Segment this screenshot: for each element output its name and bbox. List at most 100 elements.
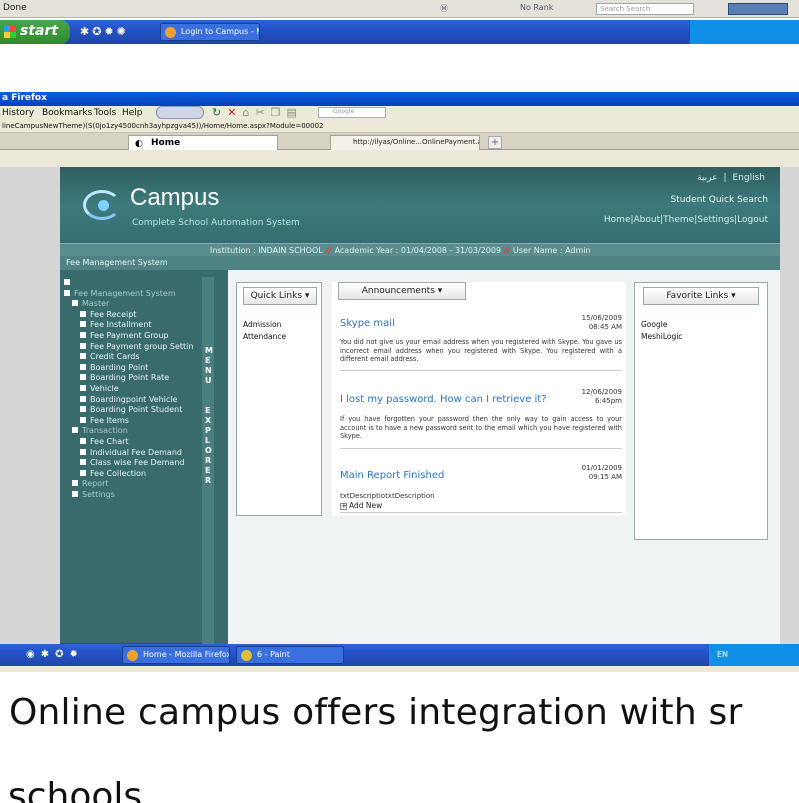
time-text: 08:45 AM <box>588 323 622 331</box>
menu-help[interactable]: Help <box>122 108 143 118</box>
favorite-link-google[interactable]: Google <box>641 319 682 331</box>
tree-item[interactable]: Fee Payment group Settin <box>64 342 193 353</box>
tab-online-payment[interactable]: http://ilyas/Online...OnlinePayment.aspx <box>330 135 480 150</box>
windows-logo-icon <box>4 26 16 38</box>
quick-links-header[interactable]: Quick Links ▾ <box>243 287 317 305</box>
tray-language[interactable]: EN <box>717 650 728 659</box>
tree-item[interactable]: Fee Chart <box>64 437 193 448</box>
tree-item[interactable]: Fee Items <box>64 416 193 427</box>
address-bar[interactable]: lineCampusNewTheme)(S(0jo1zy4500cnh3ayhp… <box>0 120 799 133</box>
lang-separator: | <box>723 173 727 183</box>
taskbar-button[interactable]: Login to Campus - M... <box>160 23 260 41</box>
start-button[interactable]: start <box>0 20 70 44</box>
system-tray[interactable] <box>689 20 799 44</box>
quick-launch-icons[interactable]: ◉✱✪✹ <box>26 649 84 660</box>
favorite-links-header[interactable]: Favorite Links ▾ <box>643 287 759 305</box>
taskbar-button-label: 6 - Paint <box>257 650 290 659</box>
toolbar-item[interactable]: No Rank <box>520 3 553 12</box>
header-links[interactable]: Home|About|Theme|Settings|Logout <box>604 215 768 225</box>
tree-node-icon <box>80 310 86 317</box>
explorer-letter: R <box>205 456 212 465</box>
new-tab-icon[interactable]: + <box>488 136 502 149</box>
copy-icon[interactable]: ❐ <box>271 106 287 119</box>
tree-item[interactable]: Report <box>64 479 193 490</box>
toolbar-item[interactable]: Ⓜ <box>440 3 448 14</box>
student-quick-search-link[interactable]: Student Quick Search <box>670 195 768 205</box>
tree-item[interactable]: Boarding Point Rate <box>64 373 193 384</box>
quick-link-attendance[interactable]: Attendance <box>243 331 286 343</box>
tree-item[interactable]: Fee Installment <box>64 320 193 331</box>
tab-label: Home <box>151 138 181 148</box>
paste-icon[interactable]: ▤ <box>287 106 303 119</box>
tab-home[interactable]: ◐ Home <box>128 135 278 150</box>
reload-icon[interactable]: ↻ <box>212 106 227 119</box>
tree-item[interactable]: Credit Cards <box>64 352 193 363</box>
add-new-button[interactable]: + Add New <box>340 501 382 510</box>
app-name: Campus <box>130 184 220 211</box>
quick-launch-icons[interactable]: ✱✪✹✺ <box>80 25 129 38</box>
add-new-label: Add New <box>349 501 383 510</box>
info-separator: // <box>325 246 332 255</box>
tree-collapse[interactable] <box>64 278 193 289</box>
favorite-link-meshilogic[interactable]: MeshiLogic <box>641 331 682 343</box>
menu-tools[interactable]: Tools <box>94 108 116 118</box>
firefox-icon <box>165 27 176 38</box>
campus-logo-dot <box>98 200 109 211</box>
date-text: 15/06/2009 <box>581 314 622 322</box>
tree-item[interactable]: Boarding Point Student <box>64 405 193 416</box>
quick-link-admission[interactable]: Admission <box>243 319 286 331</box>
tree-node-icon <box>72 480 78 487</box>
taskbar-button-label: Login to Campus - M... <box>181 27 259 36</box>
tree-node-icon <box>80 384 86 391</box>
tree-item[interactable]: Fee Payment Group <box>64 331 193 342</box>
caption-line-1: Online campus offers integration with sr <box>9 692 743 733</box>
menu-letter: M <box>205 346 213 355</box>
tree-node-icon <box>80 448 86 455</box>
announcement-date: 01/01/2009 09:15 AM <box>582 464 622 482</box>
toolbar-search-input[interactable]: Search Search <box>596 3 694 15</box>
tree-item[interactable]: Boarding Point <box>64 363 193 374</box>
tree-item[interactable]: Fee Receipt <box>64 310 193 321</box>
system-tray[interactable]: EN <box>709 644 799 666</box>
menu-bookmarks[interactable]: Bookmarks <box>42 108 92 118</box>
tree-item[interactable]: Individual Fee Demand <box>64 448 193 459</box>
top-taskbar: start ✱✪✹✺ Login to Campus - M... <box>0 20 799 44</box>
tree-node-icon <box>80 331 86 338</box>
search-input[interactable]: Google <box>318 107 386 118</box>
explorer-letter: E <box>205 466 211 475</box>
tree-item-label: Fee Receipt <box>90 309 137 319</box>
tree-item[interactable]: Master <box>64 299 193 310</box>
tree-item[interactable]: Fee Management System <box>64 289 193 300</box>
announcement-title[interactable]: Skype mail <box>340 318 395 329</box>
info-separator: // <box>504 246 510 255</box>
announcement-title[interactable]: Main Report Finished <box>340 470 444 481</box>
taskbar-button-firefox[interactable]: Home - Mozilla Firefox <box>122 646 230 664</box>
tree-node-icon <box>64 279 70 285</box>
time-text: 6:45pm <box>595 397 622 405</box>
home-icon[interactable]: ⌂ <box>242 106 255 119</box>
tree-item[interactable]: Settings <box>64 490 193 501</box>
tree-item[interactable]: Class wise Fee Demand <box>64 458 193 469</box>
lang-english[interactable]: English <box>730 173 769 183</box>
tree-item-label: Boarding Point Student <box>90 405 183 415</box>
taskbar-button-paint[interactable]: 6 - Paint <box>236 646 344 664</box>
nav-glyphs: ↻✕⌂✂❐▤ <box>212 106 303 119</box>
tree-item[interactable]: Fee Collection <box>64 469 193 480</box>
tree-node-icon <box>80 469 86 476</box>
announcement-title[interactable]: I lost my password. How can I retrieve i… <box>340 394 547 405</box>
toolbar-badge[interactable] <box>728 3 788 15</box>
tree-item[interactable]: Transaction <box>64 426 193 437</box>
lang-arabic[interactable]: عربية <box>694 173 720 183</box>
tree-node-icon <box>80 321 86 328</box>
stop-icon[interactable]: ✕ <box>227 106 242 119</box>
back-forward-buttons[interactable] <box>156 106 204 119</box>
campus-site: Campus Complete School Automation System… <box>60 167 780 653</box>
tree-item-label: Transaction <box>82 426 128 436</box>
tree-item-label: Fee Installment <box>90 320 152 330</box>
cut-icon[interactable]: ✂ <box>255 106 270 119</box>
announcements-header[interactable]: Announcements ▾ <box>338 282 466 300</box>
tree-item[interactable]: Vehicle <box>64 384 193 395</box>
tree-item[interactable]: Boardingpoint Vehicle <box>64 395 193 406</box>
firefox-icon <box>127 650 138 661</box>
menu-history[interactable]: History <box>2 108 34 118</box>
